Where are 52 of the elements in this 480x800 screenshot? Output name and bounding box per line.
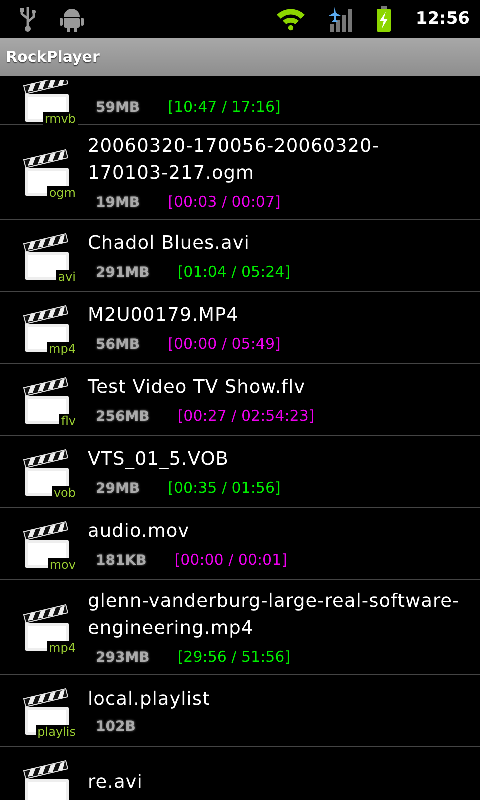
wifi-icon (276, 7, 306, 31)
file-size: 29MB (96, 481, 140, 497)
file-name: re.avi (88, 771, 143, 795)
play-progress: [29:56 / 51:56] (178, 648, 291, 666)
file-row[interactable]: mp4 M2U00179.MP4 56MB [00:00 / 05:49] (0, 292, 480, 364)
extension-label: vob (52, 486, 78, 500)
signal-icon (328, 6, 354, 32)
extension-label: mov (48, 558, 78, 572)
file-name: VTS_01_5.VOB (88, 448, 230, 472)
play-progress: [00:00 / 00:01] (174, 551, 288, 569)
android-icon (60, 6, 84, 32)
extension-label: rmvb (42, 112, 78, 126)
file-size: 19MB (96, 195, 140, 211)
file-size: 102B (96, 719, 136, 735)
usb-icon (18, 5, 38, 33)
file-name: audio.mov (88, 520, 191, 544)
file-row[interactable]: playlis local.playlist 102B (0, 675, 480, 747)
file-size: 291MB (96, 265, 150, 281)
play-progress: [00:00 / 05:49] (168, 335, 281, 353)
status-time: 12:56 (416, 9, 470, 29)
file-row[interactable]: vob VTS_01_5.VOB 29MB [00:35 / 01:56] (0, 436, 480, 508)
battery-icon (376, 6, 392, 32)
file-size: 181KB (96, 553, 147, 569)
file-size: 256MB (96, 409, 150, 425)
play-progress: [10:47 / 17:16] (168, 98, 281, 116)
play-progress: [00:27 / 02:54:23] (178, 407, 315, 425)
file-row[interactable]: rmvb 59MB [10:47 / 17:16] (0, 76, 480, 125)
file-row[interactable]: flv Test Video TV Show.flv 256MB [00:27 / 02:54:23] (0, 364, 480, 436)
extension-label: ogm (47, 186, 78, 200)
app-title: RockPlayer (6, 48, 100, 66)
file-row[interactable]: avi Chadol Blues.avi 291MB [01:04 / 05:24] (0, 220, 480, 292)
extension-label: flv (59, 414, 78, 428)
file-row[interactable]: ogm 20060320-170056-20060320-170103-217.ogm 19MB [00:03 / 00:07] (0, 125, 480, 220)
play-progress: [01:04 / 05:24] (178, 263, 291, 281)
file-name: 20060320-170056-20060320-170103-217.ogm (88, 135, 380, 186)
file-size: 293MB (96, 650, 150, 666)
file-row[interactable]: mp4 glenn-vanderburg-large-real-software-engineering.mp4 293MB [29:56 / 51:56] (0, 580, 480, 675)
extension-label: playlis (36, 724, 78, 738)
file-size: 56MB (96, 337, 140, 353)
play-progress: [00:03 / 00:07] (168, 193, 281, 211)
file-name: local.playlist (88, 688, 210, 712)
file-name: glenn-vanderburg-large-real-software-engineering.mp4 (88, 590, 460, 641)
extension-label: mp4 (47, 641, 78, 655)
file-name: M2U00179.MP4 (88, 304, 240, 328)
play-progress: [00:35 / 01:56] (168, 479, 281, 497)
file-row[interactable]: mov audio.mov 181KB [00:00 / 00:01] (0, 508, 480, 580)
file-name: Chadol Blues.avi (88, 232, 251, 256)
file-name: Test Video TV Show.flv (88, 376, 307, 400)
extension-label: avi (56, 270, 78, 284)
file-size: 59MB (96, 100, 140, 116)
extension-label: mp4 (47, 342, 78, 356)
file-row[interactable]: re.avi (0, 747, 480, 800)
